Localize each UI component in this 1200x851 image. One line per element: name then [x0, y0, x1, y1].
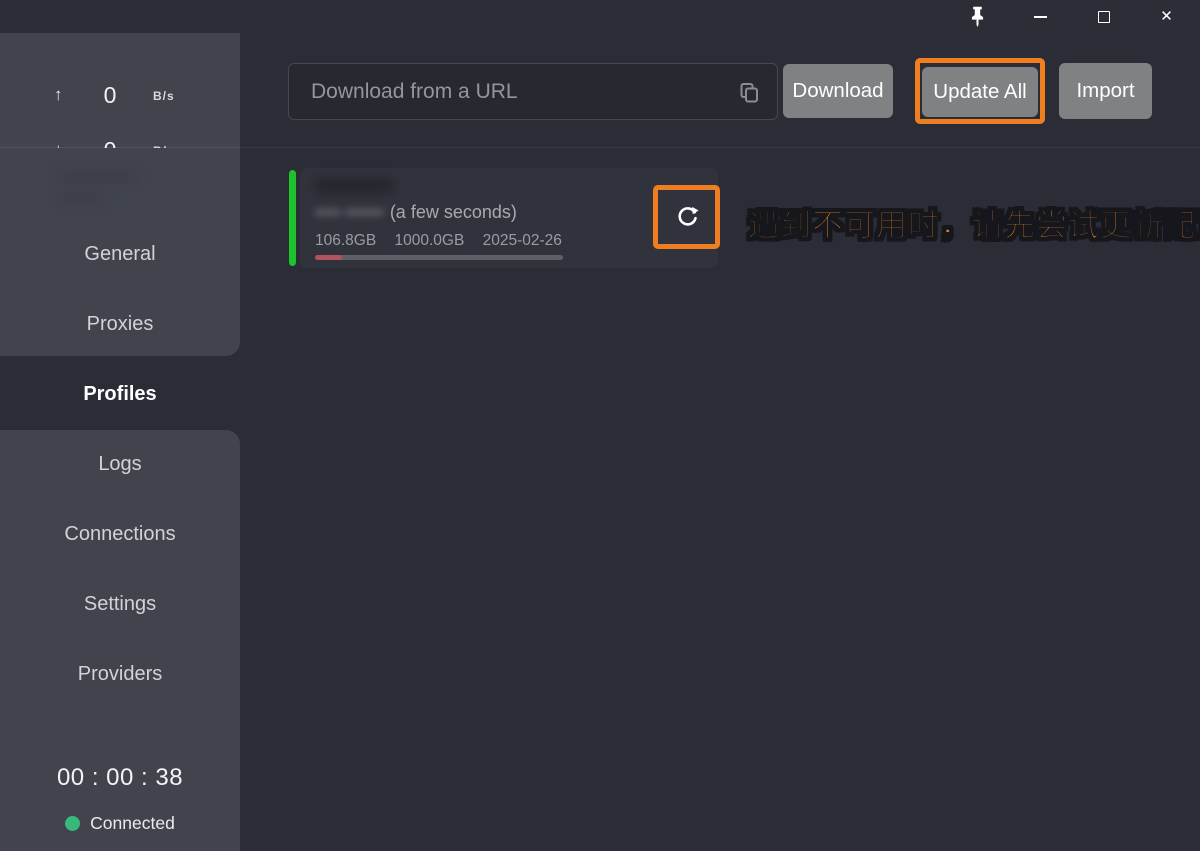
uptime-timer: 00 : 00 : 38 — [0, 764, 240, 792]
update-all-button[interactable]: Update All — [922, 67, 1038, 117]
redacted-profile-name: ▆▆▆▆▆▆ — [315, 174, 393, 194]
sidebar-item-settings[interactable]: Settings — [0, 569, 240, 639]
tutorial-annotation-text: 遇到不可用时，请先尝试更新配置 — [748, 200, 1200, 245]
upload-arrow-icon: ↑ — [54, 85, 63, 105]
profile-stats-row: 106.8GB 1000.0GB 2025-02-26 — [315, 232, 576, 250]
import-button[interactable]: Import — [1059, 63, 1152, 119]
profile-total-traffic: 1000.0GB — [395, 232, 465, 249]
sidebar-top-divider — [0, 147, 240, 148]
refresh-icon — [674, 204, 701, 231]
profile-subtitle-row: ▪▪▪▪ ▪▪▪▪▪▪ (a few seconds) — [315, 202, 517, 223]
minimize-button[interactable] — [1009, 0, 1072, 33]
sidebar-item-connections[interactable]: Connections — [0, 499, 240, 569]
traffic-progress-fill — [315, 255, 342, 260]
redacted-sidebar-text: ▂▂▂▂▂▂▂ ▂▂▂▂ — [58, 160, 186, 206]
profile-card[interactable]: ▆▆▆▆▆▆ ▪▪▪▪ ▪▪▪▪▪▪ (a few seconds) 106.8G… — [300, 168, 718, 268]
redacted-profile-url: ▪▪▪▪ ▪▪▪▪▪▪ — [315, 202, 384, 222]
traffic-panel: ↑ 0 B/s ↓ 0 B/s — [0, 33, 240, 147]
upload-speed-unit: B/s — [153, 89, 175, 103]
download-button[interactable]: Download — [783, 64, 893, 118]
sidebar-item-providers[interactable]: Providers — [0, 639, 240, 709]
maximize-button[interactable] — [1072, 0, 1135, 33]
minimize-icon — [1034, 16, 1047, 18]
pushpin-icon — [970, 6, 985, 28]
status-label: Connected — [90, 813, 175, 834]
upload-speed-row: ↑ 0 B/s — [0, 82, 240, 112]
status-dot-icon — [65, 816, 80, 831]
close-icon: ✕ — [1160, 9, 1173, 24]
titlebar: ✕ — [0, 0, 1200, 33]
traffic-progress-bar — [315, 255, 563, 260]
url-input[interactable] — [289, 64, 777, 119]
sidebar-item-general[interactable]: General — [0, 219, 240, 289]
maximize-icon — [1098, 11, 1110, 23]
profile-active-indicator — [289, 170, 296, 266]
sidebar-bottom-divider — [0, 710, 240, 711]
close-button[interactable]: ✕ — [1135, 0, 1198, 33]
sidebar-item-proxies[interactable]: Proxies — [0, 289, 240, 359]
upload-speed-value: 0 — [88, 82, 132, 109]
profile-used-traffic: 106.8GB — [315, 232, 376, 249]
profile-expiry-date: 2025-02-26 — [483, 232, 562, 249]
connection-status: Connected — [0, 811, 240, 835]
copy-icon — [737, 81, 761, 105]
paste-clipboard-button[interactable] — [737, 81, 761, 105]
profile-updated-ago: (a few seconds) — [390, 202, 517, 222]
pin-window-button[interactable] — [946, 0, 1009, 33]
window-controls: ✕ — [946, 0, 1198, 33]
profile-refresh-button[interactable] — [661, 191, 713, 243]
sidebar-item-profiles[interactable]: Profiles — [0, 359, 240, 429]
url-input-container — [288, 63, 778, 120]
sidebar-item-logs[interactable]: Logs — [0, 429, 240, 499]
